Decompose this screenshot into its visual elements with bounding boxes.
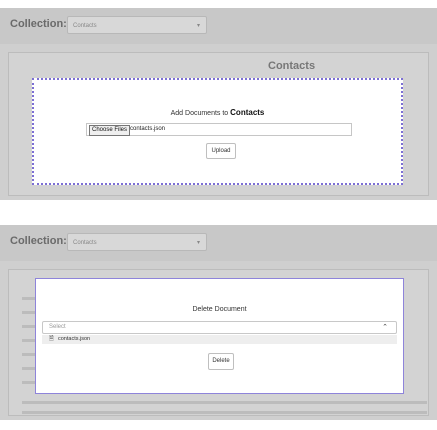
background-row	[22, 401, 427, 404]
collection-select[interactable]: Contacts ▾	[67, 233, 207, 251]
upload-screen: Collection: Contacts ▾ Contacts Add Docu…	[0, 8, 437, 200]
collection-label: Collection:	[10, 235, 67, 247]
upload-title-collection: Contacts	[230, 108, 265, 117]
collection-select-value: Contacts	[73, 23, 97, 29]
collection-select-value: Contacts	[73, 240, 97, 246]
document-option[interactable]: 🗎 contacts.json	[42, 335, 397, 344]
collection-select[interactable]: Contacts ▾	[67, 16, 207, 34]
delete-modal: Delete Document Select ⌃ 🗎 contacts.json…	[35, 278, 404, 394]
chevron-down-icon: ▾	[196, 23, 200, 29]
upload-button[interactable]: Upload	[206, 143, 236, 159]
background-row	[22, 411, 427, 414]
background-collection-title: Contacts	[268, 60, 316, 72]
delete-modal-title: Delete Document	[192, 306, 247, 313]
upload-modal: Add Documents to Contacts Choose Files c…	[32, 78, 403, 185]
upload-title-prefix: Add Documents to	[170, 110, 229, 117]
document-select-placeholder: Select	[49, 324, 66, 330]
choose-files-button[interactable]: Choose Files	[89, 125, 131, 136]
document-icon: 🗎	[49, 336, 54, 342]
file-input[interactable]: Choose Files contacts.json	[86, 123, 352, 136]
delete-button[interactable]: Delete	[208, 353, 234, 370]
document-select[interactable]: Select ⌃	[42, 321, 397, 334]
collection-bar: Collection: Contacts ▾	[0, 225, 437, 261]
selected-file-name: contacts.json	[130, 126, 166, 132]
collection-label: Collection:	[10, 18, 67, 30]
chevron-down-icon: ▾	[196, 240, 200, 246]
collection-bar: Collection: Contacts ▾	[0, 8, 437, 44]
upload-modal-title: Add Documents to Contacts	[34, 108, 401, 117]
chevron-up-icon: ⌃	[382, 324, 388, 331]
document-option-label: contacts.json	[58, 336, 91, 342]
